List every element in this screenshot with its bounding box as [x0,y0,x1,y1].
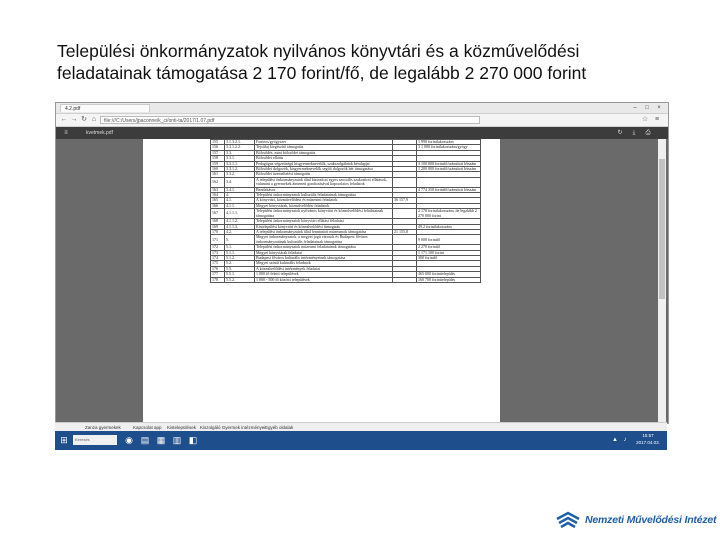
pdf-toolbar: ≡ kvetmek.pdf ↻ ⤓ ⎙ [56,127,668,139]
document-cell: Bölcsődei dolgozók, kisgyermeknevelők se… [254,165,393,173]
document-cell: 1 000 - 500 fő közötti települések [254,276,393,284]
document-cell: 178 [210,276,225,284]
slide-title-line-1: Települési önkormányzatok nyilvános köny… [57,41,580,61]
document-row: 171 5. Megyei önkormányzatok, a megyei jog… [210,234,481,246]
taskbar-clock[interactable]: 15:57 2017.04.03. [633,433,663,446]
browser-app-icon[interactable]: ◉ [123,434,135,446]
rotate-icon[interactable]: ↻ [616,129,624,137]
document-cell [392,234,417,246]
clock-date: 2017.04.03. [636,439,660,445]
browser-screenshot: 4.2.pdf – □ × ← → ↻ ⌂ file:///C:/Users/j… [55,102,669,424]
logo-text: Nemzeti Művelődési Intézet [585,514,717,526]
forward-icon[interactable]: → [70,116,78,124]
browser-tab[interactable]: 4.2.pdf [60,104,150,112]
windows-taskbar: ⊞ Keresés ◉ ▤ ▦ ▥ ◧ ▲ ♪ 15:57 2017.04.03… [55,431,667,450]
taskbar-search[interactable]: Keresés [73,435,117,445]
network-icon[interactable]: ▲ [611,436,619,444]
document-table: 155 3.1.3.2.1. Fonteos/gyógyszer 1 990 fori… [210,138,481,284]
browser-tab-bar: 4.2.pdf – □ × [56,103,668,114]
back-icon[interactable]: ← [60,116,68,124]
document-cell [392,176,417,188]
scrollbar[interactable] [658,139,666,423]
menu-icon[interactable]: ≡ [653,116,661,124]
document-row: 178 5.5.2. 1 000 - 500 fő közötti települé… [210,276,481,284]
document-cell: Települési önkormányzatok nyilvános köny… [254,208,393,220]
document-cell: 160 700 forinttelepülés [416,276,481,284]
slide-title-line-2: feladatainak támogatása 2 170 forint/fő,… [57,63,587,83]
bookmark-item[interactable]: Egyéb oldalak [265,424,293,431]
document-cell: 3 100 000 forintfő/számított létszám [416,160,481,168]
document-row: 162 3.4. A települési önkormányzatok által… [210,176,481,188]
document-cell [392,208,417,220]
document-cell: 171 [210,234,225,246]
pdf-file-name: kvetmek.pdf [86,130,113,136]
address-bar[interactable]: file:///C:/Users/jpaconneik_ci/onti-ta/2… [100,116,480,124]
slide-title: Települési önkormányzatok nyilvános köny… [57,40,697,84]
home-icon[interactable]: ⌂ [90,116,98,124]
maximize-icon[interactable]: □ [642,104,652,112]
document-cell: 5.5.2. [224,276,255,284]
folder-app-icon[interactable]: ▤ [139,434,151,446]
document-cell: 3.4. [224,176,255,188]
volume-icon[interactable]: ♪ [621,436,629,444]
browser-nav-bar: ← → ↻ ⌂ file:///C:/Users/jpaconneik_ci/o… [56,114,668,127]
reload-icon[interactable]: ↻ [80,116,88,124]
document-cell: 4.1.1.1. [224,208,255,220]
document-cell: A települési önkormányzatok által biztos… [254,176,393,188]
document-cell [392,276,417,284]
document-cell: 9 000 forintfő [416,234,481,246]
word-app-icon[interactable]: ▥ [171,434,183,446]
powerpoint-app-icon[interactable]: ◧ [187,434,199,446]
bookmark-item[interactable]: Kistelepülések [167,424,196,431]
document-cell: 162 [210,176,225,188]
star-icon[interactable]: ☆ [641,116,649,124]
document-cell: 167 [210,208,225,220]
download-icon[interactable]: ⤓ [630,129,638,137]
bookmark-item[interactable]: Zanza gyermekek [85,424,121,431]
bookmark-item[interactable]: Kiszolgáló Gyermek intézményei [200,424,265,431]
document-row: 167 4.1.1.1. Települési önkormányzatok nyi… [210,208,481,220]
pdf-page: 155 3.1.3.2.1. Fonteos/gyógyszer 1 990 fori… [143,138,500,423]
scroll-thumb[interactable] [659,159,665,299]
document-cell: 5. [224,234,255,246]
document-cell: 4 774 350 forintfő/számított létszám [416,186,481,194]
print-icon[interactable]: ⎙ [644,129,652,137]
document-cell [416,176,481,188]
sidebar-toggle-icon[interactable]: ≡ [62,129,70,137]
logo-emblem-icon [556,511,580,529]
document-cell: 1 200 000 forintfő/számított létszám [416,165,481,173]
close-icon[interactable]: × [654,104,664,112]
start-icon[interactable]: ⊞ [59,435,69,445]
document-cell: Megyei önkormányzatok, a megyei jogú vár… [254,234,393,246]
bookmark-item[interactable]: Kapcsolat app [133,424,162,431]
excel-app-icon[interactable]: ▦ [155,434,167,446]
minimize-icon[interactable]: – [630,104,640,112]
document-cell: 2 170 forintlakosszám, de legalább 2 270… [416,208,481,220]
